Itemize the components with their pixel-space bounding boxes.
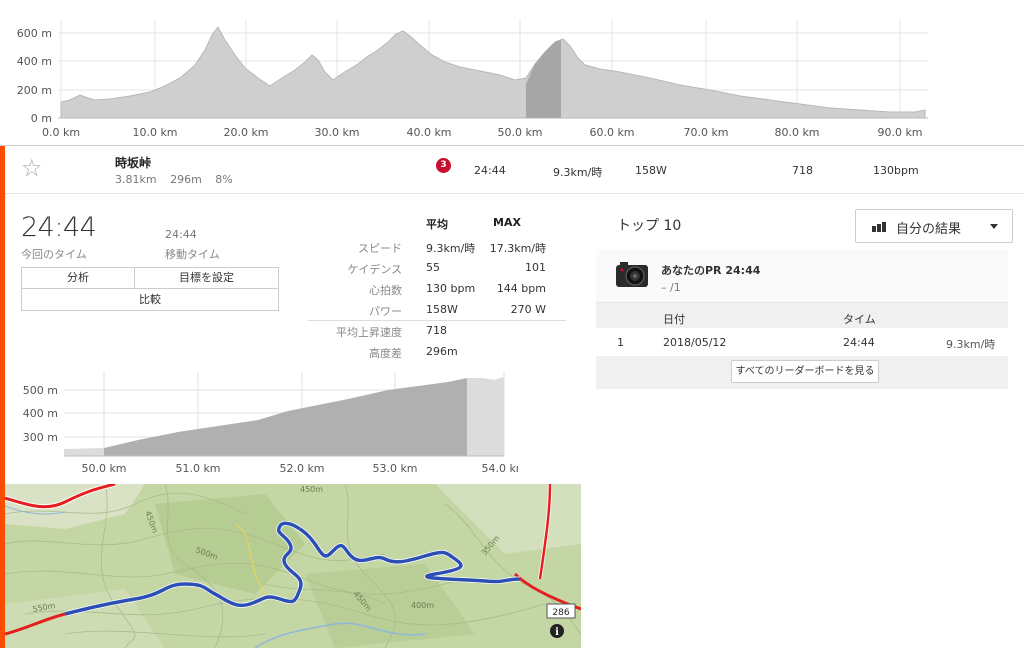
compare-button[interactable]: 比較 bbox=[21, 288, 279, 311]
star-icon[interactable]: ☆ bbox=[21, 156, 43, 180]
contour-label: 450m bbox=[300, 485, 323, 494]
stat-avg: 718 bbox=[426, 324, 447, 337]
row-rank: 1 bbox=[617, 336, 624, 349]
segment-power: 158W bbox=[635, 164, 667, 177]
stat-max: 144 bpm bbox=[496, 282, 546, 295]
stat-avg: 158W bbox=[426, 303, 458, 316]
segment-elevation-chart[interactable]: 500 m 400 m 300 m 50.0 km 51.0 km 52.0 k… bbox=[18, 368, 518, 478]
column-header-time: タイム bbox=[843, 313, 876, 326]
elevation-area bbox=[60, 26, 926, 119]
moving-time: 24:44 bbox=[165, 228, 197, 241]
y-tick: 300 m bbox=[23, 431, 58, 444]
stat-avg: 55 bbox=[426, 261, 440, 274]
x-tick: 60.0 km bbox=[589, 126, 634, 139]
divider bbox=[308, 320, 566, 321]
leaderboard-title: トップ 10 bbox=[617, 218, 682, 234]
y-tick: 400 m bbox=[23, 407, 58, 420]
stat-max: 101 bbox=[525, 261, 546, 274]
segment-map[interactable]: 450m 500m 550m 400m 450m 350m 450m 286 i bbox=[5, 484, 581, 648]
y-tick: 400 m bbox=[17, 55, 52, 68]
y-tick: 200 m bbox=[17, 84, 52, 97]
x-tick: 20.0 km bbox=[223, 126, 268, 139]
x-tick: 30.0 km bbox=[314, 126, 359, 139]
segment-distance: 3.81km bbox=[115, 173, 157, 186]
x-tick: 10.0 km bbox=[132, 126, 177, 139]
segment-elevation: 296m bbox=[170, 173, 202, 186]
x-tick: 50.0 km bbox=[81, 462, 126, 475]
x-tick: 52.0 km bbox=[279, 462, 324, 475]
segment-row[interactable]: ☆ 時坂峠 3.81km 296m 8% 3 24:44 9.3km/時 158… bbox=[5, 146, 1024, 194]
stat-label: 高度差 bbox=[369, 347, 402, 360]
camera-avatar-icon bbox=[616, 262, 648, 287]
row-speed: 9.3km/時 bbox=[946, 338, 996, 351]
elapsed-time: 24:44 bbox=[21, 212, 97, 243]
avg-header: 平均 bbox=[426, 218, 448, 231]
row-date[interactable]: 2018/05/12 bbox=[663, 336, 726, 349]
x-tick: 70.0 km bbox=[683, 126, 728, 139]
segment-hr: 130bpm bbox=[873, 164, 919, 177]
segment-vam: 718 bbox=[792, 164, 813, 177]
pr-row bbox=[596, 249, 1008, 303]
set-goal-button[interactable]: 目標を設定 bbox=[134, 267, 279, 289]
rank-badge: 3 bbox=[436, 158, 451, 173]
x-tick: 53.0 km bbox=[372, 462, 417, 475]
route-elevation-chart[interactable]: 600 m 400 m 200 m 0 m 0.0 km 10.0 km 20.… bbox=[0, 0, 1024, 146]
segment-details: 3.81km 296m 8% bbox=[115, 173, 243, 186]
elapsed-time-label: 今回のタイム bbox=[21, 248, 87, 261]
x-tick: 54.0 km bbox=[481, 462, 518, 475]
stat-label: パワー bbox=[369, 305, 402, 318]
max-header: MAX bbox=[493, 216, 521, 229]
pr-rank: – /1 bbox=[661, 281, 681, 294]
stat-label: 心拍数 bbox=[369, 284, 402, 297]
stat-avg: 296m bbox=[426, 345, 458, 358]
x-tick: 51.0 km bbox=[175, 462, 220, 475]
chevron-down-icon bbox=[990, 224, 998, 229]
moving-time-label: 移動タイム bbox=[165, 248, 220, 261]
stat-avg: 130 bpm bbox=[426, 282, 476, 295]
stat-avg: 9.3km/時 bbox=[426, 242, 476, 255]
analysis-button[interactable]: 分析 bbox=[21, 267, 135, 289]
segment-name[interactable]: 時坂峠 bbox=[115, 154, 151, 171]
row-time: 24:44 bbox=[843, 336, 875, 349]
road-number-badge: 286 bbox=[552, 608, 569, 618]
stat-label: ケイデンス bbox=[347, 263, 402, 276]
view-full-leaderboard-button[interactable]: すべてのリーダーボードを見る bbox=[731, 360, 879, 383]
stat-label: スピード bbox=[358, 242, 402, 255]
stat-max: 17.3km/時 bbox=[489, 242, 546, 255]
segment-speed: 9.3km/時 bbox=[553, 166, 603, 179]
x-tick: 90.0 km bbox=[877, 126, 922, 139]
pre-segment-area bbox=[64, 448, 104, 456]
x-tick: 80.0 km bbox=[774, 126, 819, 139]
segment-grade: 8% bbox=[215, 173, 233, 186]
stat-max: 270 W bbox=[510, 303, 546, 316]
y-tick: 0 m bbox=[31, 112, 52, 125]
bar-chart-icon bbox=[872, 222, 888, 232]
y-tick: 600 m bbox=[17, 27, 52, 40]
x-tick: 40.0 km bbox=[406, 126, 451, 139]
x-tick: 50.0 km bbox=[497, 126, 542, 139]
pr-title: あなたのPR 24:44 bbox=[661, 264, 761, 277]
results-filter-dropdown[interactable]: 自分の結果 bbox=[855, 209, 1013, 243]
contour-label: 400m bbox=[411, 601, 434, 610]
segment-time: 24:44 bbox=[474, 164, 506, 177]
y-tick: 500 m bbox=[23, 384, 58, 397]
stat-label: 平均上昇速度 bbox=[336, 326, 402, 339]
post-segment-area bbox=[467, 377, 504, 456]
info-icon-glyph: i bbox=[555, 627, 559, 638]
x-tick: 0.0 km bbox=[42, 126, 80, 139]
column-header-date: 日付 bbox=[663, 313, 685, 326]
dropdown-label: 自分の結果 bbox=[896, 222, 962, 237]
